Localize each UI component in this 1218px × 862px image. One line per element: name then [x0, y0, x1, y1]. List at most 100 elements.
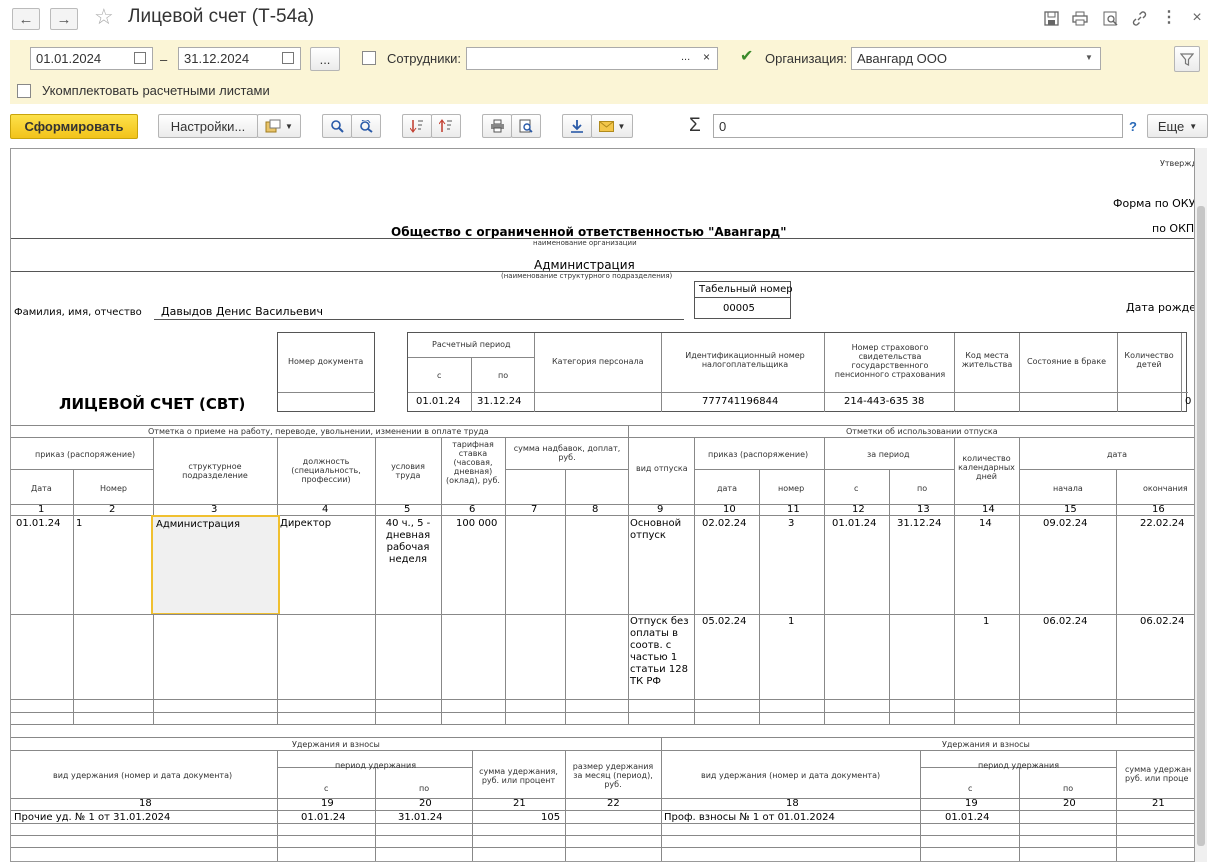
column-number: 1	[38, 504, 45, 515]
window-title: Лицевой счет (Т-54а)	[128, 6, 315, 27]
more-vertical-icon[interactable]: ⋮	[1160, 9, 1178, 27]
column-number: 9	[657, 504, 664, 515]
report-sheet: Утвержд Форма по ОКУ Общество с ограниче…	[10, 148, 1195, 862]
scrollbar-thumb[interactable]	[1197, 206, 1205, 846]
arrow-left-icon: ←	[18, 10, 34, 28]
complete-checkbox[interactable]	[17, 84, 31, 98]
employees-select-button[interactable]: ...	[681, 51, 690, 63]
column-number: 3	[211, 504, 218, 515]
fio-value: Давыдов Денис Васильевич	[161, 305, 323, 318]
complete-label: Укомплектовать расчетными листами	[42, 83, 270, 98]
sort-descending-icon	[410, 120, 423, 133]
column-number: 6	[469, 504, 476, 515]
birth-date-label: Дата рожден	[1126, 301, 1194, 314]
print-button[interactable]	[482, 114, 512, 138]
chevron-down-icon: ▼	[617, 121, 626, 131]
info-table: Расчетный период с по Категория персонал…	[407, 332, 1191, 412]
column-number: 22	[607, 798, 620, 809]
column-number: 18	[139, 798, 152, 809]
vertical-scrollbar[interactable]	[1195, 148, 1207, 862]
deductions-table: Удержания и взносы Удержания и взносы ви…	[11, 737, 1194, 861]
column-number: 13	[917, 504, 930, 515]
column-number: 20	[1063, 798, 1076, 809]
calendar-icon[interactable]	[134, 52, 146, 64]
organization-label: Организация:	[765, 51, 848, 66]
department-name: Администрация	[534, 258, 635, 272]
doc-number-cell: Номер документа	[277, 332, 375, 412]
date-separator: –	[160, 52, 168, 67]
report-variant-icon	[265, 119, 281, 133]
organization-field[interactable]: Авангард ООО	[851, 47, 1101, 70]
column-number: 12	[852, 504, 865, 515]
funnel-icon	[1180, 52, 1194, 66]
column-number: 5	[404, 504, 411, 515]
chevron-down-icon[interactable]: ▼	[1085, 53, 1093, 62]
column-number: 21	[1152, 798, 1165, 809]
organization-name: Общество с ограниченной ответственностью…	[391, 225, 787, 239]
arrow-right-icon: →	[56, 10, 72, 28]
printer-icon	[490, 119, 504, 133]
okpo-label: по ОКП	[1152, 222, 1195, 235]
print-preview-button[interactable]	[511, 114, 541, 138]
column-number: 15	[1064, 504, 1077, 515]
document-heading: ЛИЦЕВОЙ СЧЕТ (СВТ)	[59, 395, 246, 413]
column-number: 14	[982, 504, 995, 515]
calendar-icon[interactable]	[282, 52, 294, 64]
save-file-button[interactable]	[562, 114, 592, 138]
column-number: 2	[109, 504, 116, 515]
save-icon[interactable]	[1042, 9, 1060, 27]
forward-button[interactable]: →	[50, 8, 78, 30]
column-number: 19	[965, 798, 978, 809]
help-icon[interactable]: ?	[1129, 119, 1137, 134]
column-number: 20	[419, 798, 432, 809]
employees-checkbox[interactable]	[362, 51, 376, 65]
employees-clear-button[interactable]: ×	[703, 50, 710, 64]
download-icon	[571, 120, 583, 133]
column-number: 18	[786, 798, 799, 809]
chevron-down-icon: ▼	[285, 121, 293, 131]
organization-checkbox[interactable]: ✔	[740, 49, 754, 65]
favorite-star-icon[interactable]: ☆	[94, 4, 114, 30]
generate-button[interactable]: Сформировать	[10, 114, 138, 139]
column-number: 10	[723, 504, 736, 515]
selected-cell[interactable]: Администрация	[151, 515, 280, 615]
tab-number-box: Табельный номер 00005	[694, 281, 793, 319]
find-button[interactable]	[322, 114, 352, 138]
close-icon[interactable]: ×	[1188, 9, 1206, 27]
find-next-button[interactable]	[351, 114, 381, 138]
column-number: 7	[531, 504, 538, 515]
column-number: 21	[513, 798, 526, 809]
column-number: 16	[1152, 504, 1165, 515]
link-icon[interactable]	[1130, 9, 1148, 27]
fio-label: Фамилия, имя, отчество	[14, 307, 142, 318]
search-icon	[330, 119, 344, 133]
sum-icon: Σ	[689, 115, 701, 136]
column-number: 8	[592, 504, 599, 515]
search-next-icon	[360, 119, 373, 133]
preview-icon	[519, 119, 533, 133]
title-bar: ← → ☆ Лицевой счет (Т-54а) ⋮ ×	[0, 0, 1218, 38]
okud-label: Форма по ОКУ	[1113, 197, 1195, 210]
department-caption: (наименование структурного подразделения…	[501, 272, 673, 280]
back-button[interactable]: ←	[12, 8, 40, 30]
filter-button[interactable]	[1174, 46, 1200, 72]
variant-button[interactable]: ▼	[257, 114, 301, 138]
approved-label: Утвержд	[1160, 159, 1195, 168]
column-number: 4	[322, 504, 329, 515]
sort-desc-button[interactable]	[402, 114, 432, 138]
sort-ascending-icon	[439, 119, 452, 132]
employees-label: Сотрудники:	[387, 51, 462, 66]
chevron-down-icon: ▼	[1189, 121, 1198, 131]
more-button[interactable]: Еще ▼	[1147, 114, 1208, 138]
period-select-button[interactable]: ...	[310, 47, 340, 71]
employment-vacation-table: Отметка о приеме на работу, переводе, ув…	[11, 425, 1194, 725]
sum-field[interactable]: 0	[713, 114, 1123, 138]
send-email-button[interactable]: ▼	[591, 114, 633, 138]
preview-icon[interactable]	[1101, 9, 1119, 27]
envelope-icon	[598, 120, 614, 132]
filter-panel: 01.01.2024 – 31.12.2024 ... Сотрудники: …	[10, 40, 1208, 104]
sort-asc-button[interactable]	[431, 114, 461, 138]
column-number: 19	[321, 798, 334, 809]
print-icon[interactable]	[1071, 9, 1089, 27]
settings-button[interactable]: Настройки...	[158, 114, 258, 138]
